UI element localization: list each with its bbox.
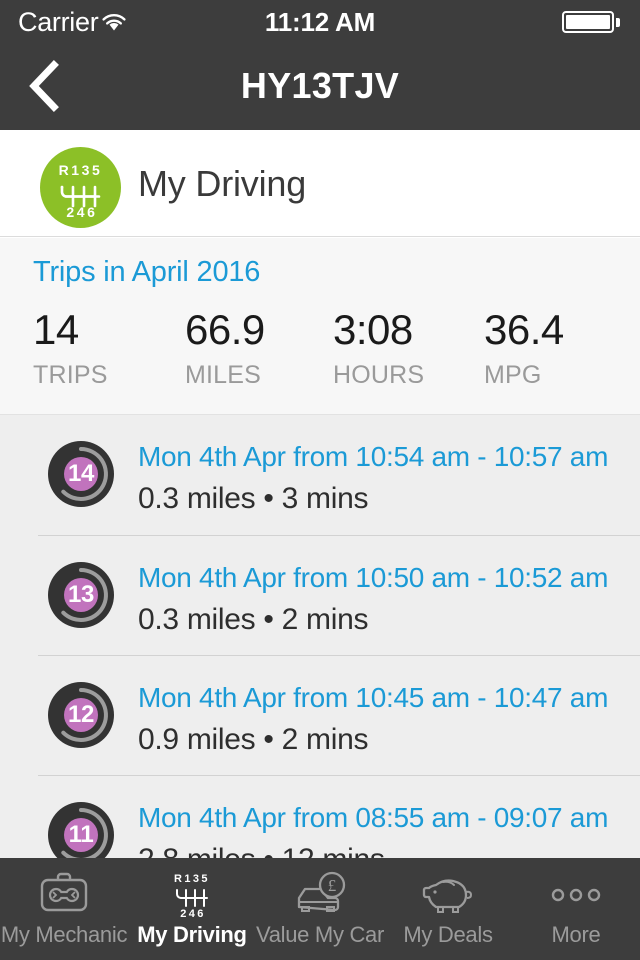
app-screen: Carrier 11:12 AM HY13TJV R135 246 My Dri… <box>0 0 640 960</box>
battery-cap-icon <box>616 18 620 27</box>
summary-stats: 14 TRIPS 66.9 MILES 3:08 HOURS 36.4 MPG <box>0 306 640 406</box>
stat-trips: 14 TRIPS <box>33 306 108 392</box>
stat-value: 14 <box>33 306 79 353</box>
toolbox-wrench-icon <box>36 870 92 920</box>
section-title: My Driving <box>138 163 307 204</box>
tab-more[interactable]: More <box>512 858 640 960</box>
trip-distance-duration: 0.3 miles • 2 mins <box>138 603 369 636</box>
tab-label: My Driving <box>137 922 247 947</box>
tab-label: Value My Car <box>255 922 385 947</box>
more-dots-icon <box>548 870 604 920</box>
chevron-left-icon <box>29 60 59 112</box>
nav-bar: HY13TJV <box>0 42 640 130</box>
stat-miles: 66.9 MILES <box>185 306 265 392</box>
trip-time-range: Mon 4th Apr from 10:45 am - 10:47 am <box>138 682 609 713</box>
stat-label: MPG <box>484 361 542 389</box>
tab-label: My Mechanic <box>0 922 128 947</box>
battery-full-icon <box>562 11 614 33</box>
svg-text:246: 246 <box>180 908 206 920</box>
svg-text:R135: R135 <box>174 873 210 885</box>
trip-badge-icon: 12 <box>48 682 114 748</box>
stat-label: HOURS <box>333 361 425 389</box>
trip-number: 14 <box>67 460 95 487</box>
tab-label: My Deals <box>403 922 493 947</box>
tab-my-mechanic[interactable]: My Mechanic <box>0 858 128 960</box>
tab-my-deals[interactable]: My Deals <box>384 858 512 960</box>
tab-my-driving[interactable]: R135 246 My Driving <box>128 858 256 960</box>
trip-time-range: Mon 4th Apr from 08:55 am - 09:07 am <box>138 802 609 833</box>
status-bar: Carrier 11:12 AM <box>0 0 640 42</box>
tab-label: More <box>551 922 601 947</box>
gearstick-icon: R135 246 <box>164 870 220 920</box>
trip-time-range: Mon 4th Apr from 10:54 am - 10:57 am <box>138 441 609 472</box>
stat-label: MILES <box>185 361 262 389</box>
trip-number: 13 <box>67 581 95 608</box>
svg-text:R135: R135 <box>59 162 103 178</box>
stat-value: 36.4 <box>484 306 564 353</box>
summary-heading: Trips in April 2016 <box>33 256 261 288</box>
trip-list-item[interactable]: 13 Mon 4th Apr from 10:50 am - 10:52 am … <box>38 535 640 655</box>
gearstick-icon: R135 246 <box>40 147 121 228</box>
stat-label: TRIPS <box>33 361 108 389</box>
piggy-bank-icon <box>418 870 478 920</box>
trip-distance-duration: 0.9 miles • 2 mins <box>138 723 369 756</box>
trip-badge-icon: 14 <box>48 441 114 507</box>
trip-badge-icon: 13 <box>48 562 114 628</box>
stat-hours: 3:08 HOURS <box>333 306 424 392</box>
trip-time-range: Mon 4th Apr from 10:50 am - 10:52 am <box>138 562 609 593</box>
svg-text:£: £ <box>328 876 337 895</box>
clock-label: 11:12 AM <box>264 7 376 37</box>
page-title: HY13TJV <box>240 65 400 106</box>
tab-value-my-car[interactable]: £ Value My Car <box>256 858 384 960</box>
car-pound-icon: £ <box>289 870 351 920</box>
stat-mpg: 36.4 MPG <box>484 306 564 392</box>
trip-list-item[interactable]: 12 Mon 4th Apr from 10:45 am - 10:47 am … <box>38 655 640 775</box>
trip-number: 12 <box>67 701 95 728</box>
svg-text:246: 246 <box>66 204 97 220</box>
stat-value: 66.9 <box>185 306 265 353</box>
trip-distance-duration: 0.3 miles • 3 mins <box>138 482 369 515</box>
back-button[interactable] <box>10 52 78 120</box>
trip-list-item[interactable]: 14 Mon 4th Apr from 10:54 am - 10:57 am … <box>0 415 640 535</box>
tab-bar: My Mechanic R135 246 My Driving £ Value … <box>0 858 640 960</box>
stat-value: 3:08 <box>333 306 413 353</box>
